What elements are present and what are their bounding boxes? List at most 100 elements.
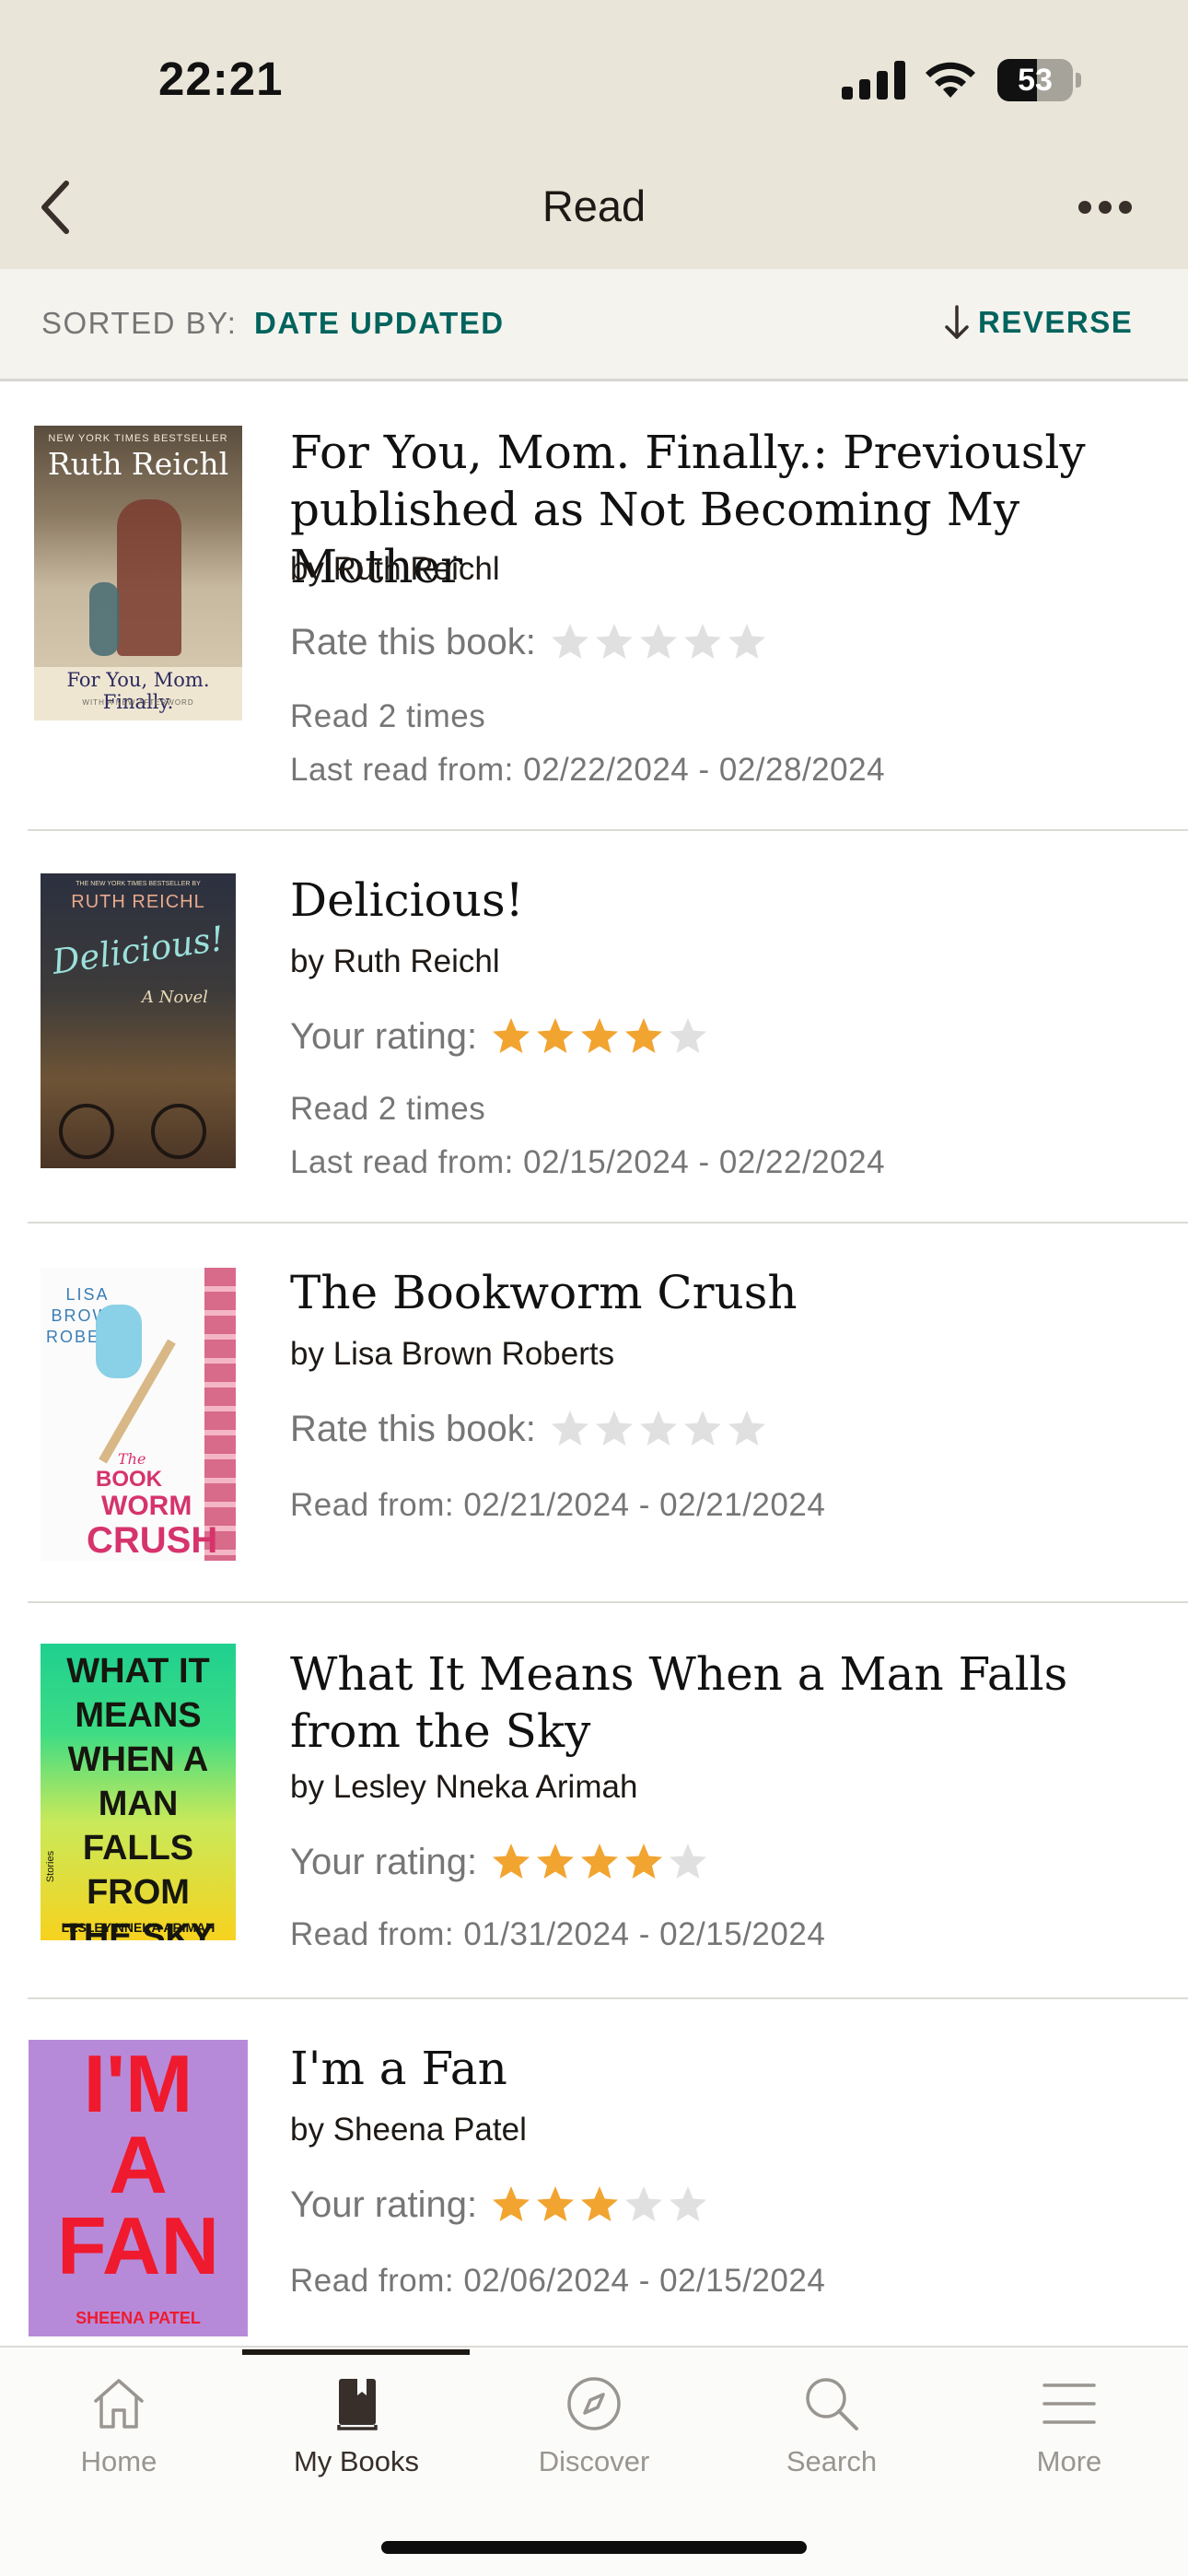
cover-author: SHEENA PATEL bbox=[76, 2309, 201, 2327]
cover-title-line: I'M bbox=[83, 2040, 193, 2129]
star-empty-icon[interactable] bbox=[681, 1408, 724, 1450]
book-author[interactable]: by Ruth Reichl bbox=[290, 943, 500, 980]
tab-discover[interactable]: Discover bbox=[475, 2348, 713, 2486]
read-dates: Read from: 02/21/2024 - 02/21/2024 bbox=[290, 1487, 826, 1523]
book-cover-delicious[interactable]: THE NEW YORK TIMES BESTSELLER BY RUTH RE… bbox=[41, 873, 236, 1168]
star-filled-icon[interactable] bbox=[490, 2184, 532, 2226]
read-dates: Last read from: 02/15/2024 - 02/22/2024 bbox=[290, 1144, 886, 1180]
star-filled-icon[interactable] bbox=[578, 2184, 621, 2226]
rating-label: Rate this book: bbox=[290, 1408, 536, 1449]
home-indicator[interactable] bbox=[381, 2541, 807, 2554]
star-rating[interactable] bbox=[490, 1841, 709, 1883]
sort-label: SORTED BY: bbox=[41, 306, 238, 340]
cover-title-line: FROM bbox=[87, 1873, 190, 1912]
star-empty-icon[interactable] bbox=[549, 621, 591, 663]
cover-title: CRUSH bbox=[87, 1520, 218, 1561]
cover-title: BOOK bbox=[96, 1467, 162, 1492]
book-cover-im-a-fan[interactable]: I'M A FAN SHEENA PATEL bbox=[29, 2040, 248, 2336]
star-rating[interactable] bbox=[549, 1408, 768, 1450]
book-author[interactable]: by Lisa Brown Roberts bbox=[290, 1336, 614, 1373]
cover-author: RUTH REICHL bbox=[71, 892, 205, 912]
book-title[interactable]: What It Means When a Man Falls from the … bbox=[290, 1645, 1165, 1760]
sort-option-button[interactable]: DATE UPDATED bbox=[254, 306, 505, 341]
cover-title-line: WHEN A bbox=[67, 1740, 209, 1779]
rating-row: Rate this book: bbox=[290, 1406, 768, 1452]
book-row[interactable]: LISA BROWN ROBERTS The BOOK WORM CRUSH T… bbox=[0, 1224, 1188, 1603]
tab-my-books[interactable]: My Books bbox=[238, 2348, 475, 2486]
star-empty-icon[interactable] bbox=[593, 1408, 635, 1450]
rating-row: Rate this book: bbox=[290, 619, 768, 665]
star-filled-icon[interactable] bbox=[623, 1015, 665, 1058]
tab-home[interactable]: Home bbox=[0, 2348, 238, 2486]
star-empty-icon[interactable] bbox=[667, 1015, 709, 1058]
book-cover-for-you-mom-finally[interactable]: NEW YORK TIMES BESTSELLER Ruth Reichl Fo… bbox=[34, 426, 242, 720]
star-empty-icon[interactable] bbox=[681, 621, 724, 663]
star-empty-icon[interactable] bbox=[667, 2184, 709, 2226]
header: 22:21 53 Read bbox=[0, 0, 1188, 269]
cover-title: WORM bbox=[101, 1491, 192, 1521]
book-cover-what-it-means[interactable]: WHAT IT MEANS WHEN A MAN FALLS FROM THE SKY S… bbox=[41, 1644, 236, 1940]
star-rating[interactable] bbox=[490, 2184, 709, 2226]
book-row[interactable]: WHAT IT MEANS WHEN A MAN FALLS FROM THE SKY S… bbox=[0, 1603, 1188, 1999]
book-author[interactable]: by Ruth Reichl bbox=[290, 551, 500, 588]
cover-title-line: MEANS bbox=[75, 1696, 202, 1735]
star-filled-icon[interactable] bbox=[578, 1015, 621, 1058]
tab-label: Search bbox=[786, 2445, 878, 2477]
rating-row: Your rating: bbox=[290, 2182, 709, 2228]
search-icon bbox=[806, 2378, 858, 2430]
tab-search[interactable]: Search bbox=[713, 2348, 950, 2486]
star-filled-icon[interactable] bbox=[623, 1841, 665, 1883]
read-count: Read 2 times bbox=[290, 1091, 486, 1127]
book-row[interactable]: NEW YORK TIMES BESTSELLER Ruth Reichl Fo… bbox=[0, 381, 1188, 831]
tab-label: Home bbox=[80, 2445, 157, 2477]
read-dates: Read from: 02/06/2024 - 02/15/2024 bbox=[290, 2263, 826, 2299]
star-empty-icon[interactable] bbox=[637, 1408, 680, 1450]
tab-label: More bbox=[1036, 2445, 1102, 2477]
star-rating[interactable] bbox=[490, 1015, 709, 1058]
star-empty-icon[interactable] bbox=[726, 1408, 768, 1450]
cover-tagline: NEW YORK TIMES BESTSELLER bbox=[48, 433, 228, 444]
book-title[interactable]: I'm a Fan bbox=[290, 2040, 1165, 2097]
star-filled-icon[interactable] bbox=[490, 1015, 532, 1058]
wifi-icon bbox=[926, 62, 975, 98]
cover-title: Delicious! bbox=[50, 919, 227, 982]
star-empty-icon[interactable] bbox=[593, 621, 635, 663]
book-title[interactable]: Delicious! bbox=[290, 872, 1165, 929]
star-rating[interactable] bbox=[549, 621, 768, 663]
star-empty-icon[interactable] bbox=[549, 1408, 591, 1450]
book-author[interactable]: by Lesley Nneka Arimah bbox=[290, 1769, 637, 1806]
cover-subtitle: WITH A NEW AFTERWORD bbox=[82, 698, 194, 707]
cover-tagline: THE NEW YORK TIMES BESTSELLER BY bbox=[76, 881, 201, 887]
star-empty-icon[interactable] bbox=[623, 2184, 665, 2226]
star-empty-icon[interactable] bbox=[726, 621, 768, 663]
cover-subtitle: Stories bbox=[45, 1850, 57, 1883]
star-filled-icon[interactable] bbox=[534, 1841, 577, 1883]
rating-row: Your rating: bbox=[290, 1839, 709, 1885]
book-cover-bookworm-crush[interactable]: LISA BROWN ROBERTS The BOOK WORM CRUSH bbox=[41, 1268, 236, 1561]
tab-label: Discover bbox=[538, 2445, 650, 2477]
read-count: Read 2 times bbox=[290, 698, 486, 734]
star-filled-icon[interactable] bbox=[534, 1015, 577, 1058]
book-title[interactable]: The Bookworm Crush bbox=[290, 1264, 1165, 1321]
read-dates: Read from: 01/31/2024 - 02/15/2024 bbox=[290, 1916, 826, 1952]
battery-icon: 53 bbox=[997, 59, 1081, 101]
rating-row: Your rating: bbox=[290, 1013, 709, 1060]
star-empty-icon[interactable] bbox=[637, 621, 680, 663]
cover-title-line: FAN bbox=[57, 2200, 219, 2291]
book-author[interactable]: by Sheena Patel bbox=[290, 2112, 527, 2149]
book-row[interactable]: I'M A FAN SHEENA PATEL I'm a Fan by Sheena… bbox=[0, 1999, 1188, 2346]
compass-icon bbox=[567, 2377, 621, 2430]
book-row[interactable]: THE NEW YORK TIMES BESTSELLER BY RUTH RE… bbox=[0, 831, 1188, 1224]
star-empty-icon[interactable] bbox=[667, 1841, 709, 1883]
battery-percentage: 53 bbox=[1018, 63, 1053, 98]
tab-more[interactable]: More bbox=[950, 2348, 1188, 2486]
active-tab-indicator bbox=[242, 2349, 470, 2355]
star-filled-icon[interactable] bbox=[490, 1841, 532, 1883]
star-filled-icon[interactable] bbox=[578, 1841, 621, 1883]
cover-title-line: WHAT IT bbox=[66, 1652, 210, 1691]
star-filled-icon[interactable] bbox=[534, 2184, 577, 2226]
reverse-sort-button[interactable]: REVERSE bbox=[943, 302, 1133, 343]
book-icon bbox=[337, 2379, 378, 2430]
cover-title: I'M A FAN bbox=[29, 2043, 248, 2287]
more-options-button[interactable] bbox=[1068, 184, 1142, 230]
